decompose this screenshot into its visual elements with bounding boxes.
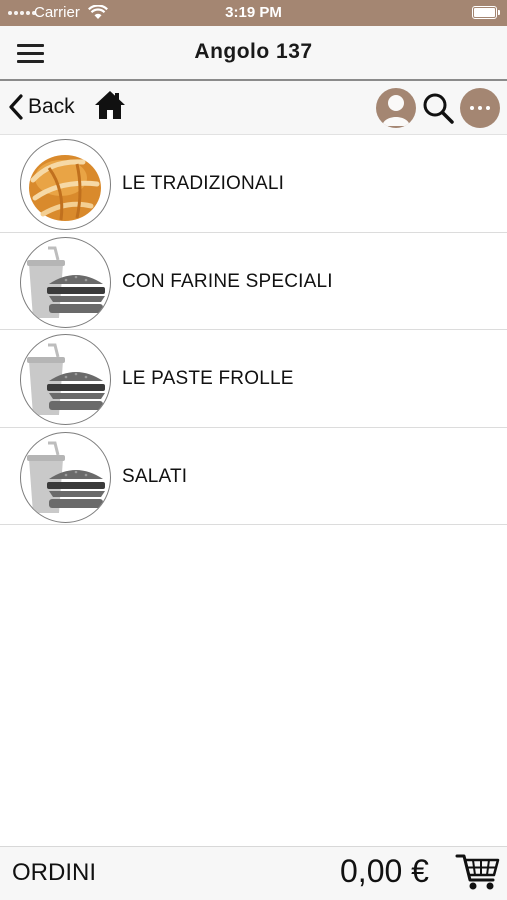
drink-burger-placeholder-icon	[20, 334, 111, 425]
drink-burger-placeholder-icon	[20, 236, 111, 328]
user-profile-button[interactable]	[376, 88, 416, 128]
category-label: LE TRADIZIONALI	[122, 173, 285, 194]
cart-icon[interactable]	[455, 852, 501, 892]
category-label: SALATI	[122, 465, 188, 487]
category-item-salati[interactable]: SALATI	[0, 427, 507, 525]
orders-button[interactable]: ORDINI	[12, 859, 96, 887]
category-item-le-paste-frolle[interactable]: LE PASTE FROLLE	[0, 330, 507, 428]
order-total: 0,00 €	[340, 853, 429, 889]
category-item-con-farine-speciali[interactable]: CON FARINE SPECIALI	[0, 232, 507, 330]
category-list: LE TRADIZIONALI CON FARINE SPECIALI LE P…	[0, 135, 507, 525]
more-options-button[interactable]	[460, 88, 500, 128]
category-label: CON FARINE SPECIALI	[122, 270, 333, 292]
user-icon	[382, 95, 410, 126]
drink-burger-placeholder-icon	[20, 431, 111, 523]
category-label: LE PASTE FROLLE	[122, 368, 294, 389]
status-bar: Carrier 3:19 PM	[0, 0, 507, 26]
status-time: 3:19 PM	[225, 4, 282, 21]
bottom-bar: ORDINI 0,00 €	[0, 846, 507, 900]
back-button[interactable]: Back	[8, 91, 75, 123]
battery-icon	[472, 6, 500, 19]
page-title: Angolo 137	[194, 40, 313, 63]
search-icon[interactable]	[421, 91, 455, 125]
chevron-left-icon	[9, 94, 23, 120]
category-item-le-tradizionali[interactable]: LE TRADIZIONALI	[0, 135, 507, 233]
home-icon[interactable]	[94, 89, 126, 121]
back-label: Back	[28, 95, 75, 118]
toolbar: Back	[0, 81, 507, 135]
nav-bar: Angolo 137	[0, 26, 507, 81]
croissant-thumbnail	[20, 139, 111, 230]
more-icon	[470, 106, 474, 110]
